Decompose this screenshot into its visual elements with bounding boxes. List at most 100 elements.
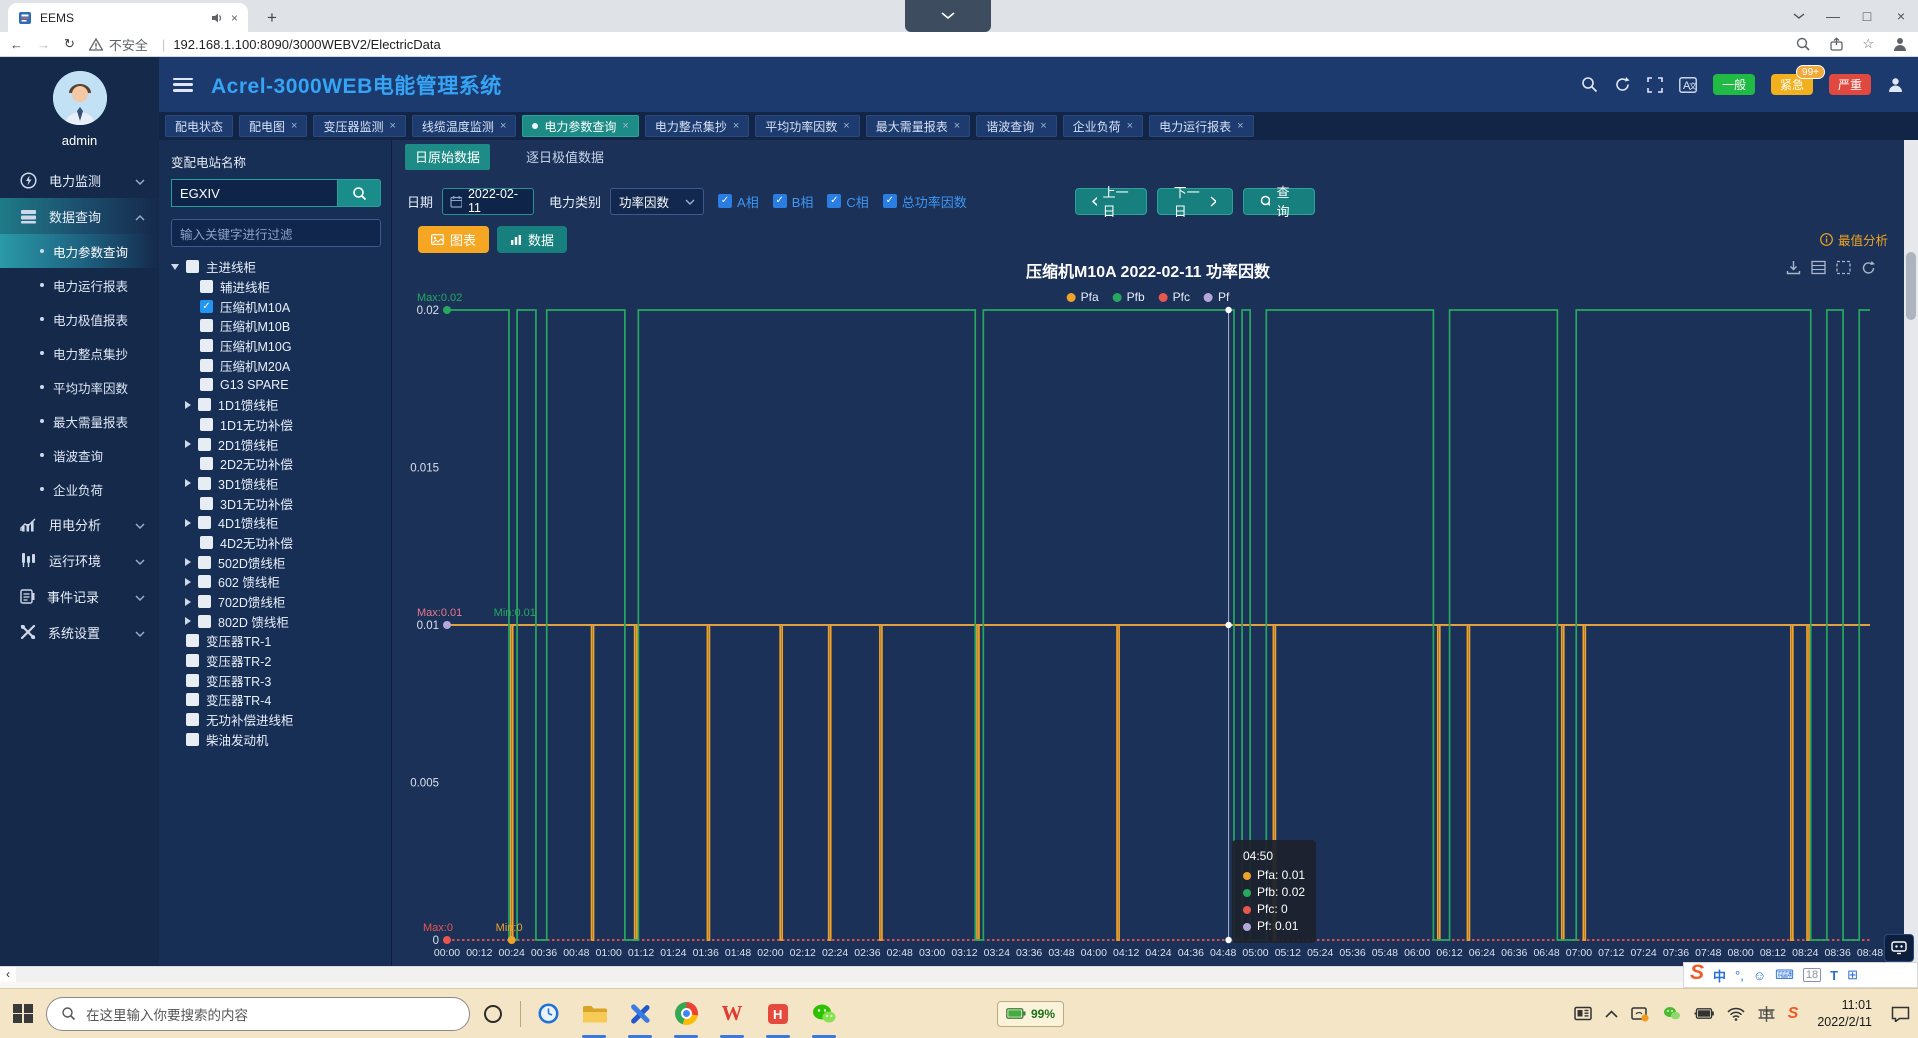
chart-canvas[interactable]: 0.020.0150.010.005000:0000:1200:2400:360… <box>392 140 1904 966</box>
tree-checkbox[interactable] <box>200 418 213 431</box>
vertical-scrollbar[interactable] <box>1904 140 1918 966</box>
expand-right-icon[interactable] <box>185 440 191 448</box>
power-tray-icon[interactable] <box>1694 1008 1714 1019</box>
sogou-logo[interactable]: S <box>1690 961 1704 985</box>
tree-node-802D 馈线柜[interactable]: 802D 馈线柜 <box>171 611 381 631</box>
tree-checkbox[interactable] <box>186 733 199 746</box>
horizontal-scrollbar[interactable]: ‹ <box>0 966 1918 982</box>
avatar[interactable] <box>53 71 107 125</box>
sidebar-item-事件记录[interactable]: 事件记录 <box>0 578 159 614</box>
tree-node-3D1无功补偿[interactable]: 3D1无功补偿 <box>171 493 381 513</box>
workspace-tab[interactable]: 配电状态 <box>165 115 233 137</box>
window-maximize-button[interactable]: □ <box>1850 0 1884 32</box>
expand-right-icon[interactable] <box>185 578 191 586</box>
sidebar-item-电力监测[interactable]: 电力监测 <box>0 162 159 198</box>
back-button[interactable]: ← <box>10 37 23 52</box>
expand-right-icon[interactable] <box>185 519 191 527</box>
tab-close-icon[interactable]: × <box>843 120 849 132</box>
tree-checkbox[interactable] <box>200 319 213 332</box>
tree-checkbox[interactable] <box>198 438 211 451</box>
screen-rotate-icon[interactable] <box>1631 1006 1650 1022</box>
alarm-level-urgent-button[interactable]: 紧急99+ <box>1771 74 1813 95</box>
taskbar-app-wechat[interactable] <box>801 989 847 1038</box>
translate-icon[interactable]: A文 <box>1679 77 1697 93</box>
battery-indicator[interactable]: 99% <box>997 1001 1064 1027</box>
tab-close-icon[interactable]: × <box>389 120 395 132</box>
taskbar-app-chrome[interactable] <box>663 989 709 1038</box>
sidebar-item-运行环境[interactable]: 运行环境 <box>0 542 159 578</box>
workspace-tab[interactable]: 线缆温度监测× <box>412 115 516 137</box>
sidebar-item-用电分析[interactable]: 用电分析 <box>0 506 159 542</box>
tree-node-柴油发动机[interactable]: 柴油发动机 <box>171 730 381 750</box>
ime-skin-icon[interactable]: T <box>1830 968 1838 983</box>
tree-checkbox[interactable] <box>198 556 211 569</box>
wifi-icon[interactable] <box>1727 1007 1745 1021</box>
ime-lang-icon[interactable]: 中 <box>1713 966 1726 985</box>
scroll-left-arrow[interactable]: ‹ <box>0 967 16 983</box>
start-button[interactable] <box>0 1004 46 1024</box>
tree-node-压缩机M10B[interactable]: 压缩机M10B <box>171 316 381 336</box>
sidebar-subitem-电力极值报表[interactable]: 电力极值报表 <box>0 302 159 336</box>
ime-toolbox-icon[interactable]: ⊞ <box>1847 967 1858 983</box>
tab-dropdown-button[interactable] <box>905 0 991 32</box>
browser-menu-chevron[interactable] <box>1782 0 1816 32</box>
sidebar-subitem-电力整点集抄[interactable]: 电力整点集抄 <box>0 336 159 370</box>
tree-node-2D2无功补偿[interactable]: 2D2无功补偿 <box>171 454 381 474</box>
sidebar-item-系统设置[interactable]: 系统设置 <box>0 614 159 650</box>
user-icon[interactable] <box>1887 76 1904 93</box>
menu-toggle-icon[interactable] <box>173 78 193 92</box>
expand-down-icon[interactable] <box>171 264 179 270</box>
station-search-input[interactable]: EGXIV <box>171 179 337 207</box>
taskbar-search[interactable]: 在这里输入你要搜索的内容 <box>46 997 470 1031</box>
news-icon[interactable] <box>1574 1006 1592 1021</box>
tree-node-4D1馈线柜[interactable]: 4D1馈线柜 <box>171 513 381 533</box>
ime-emoji-icon[interactable]: ☺ <box>1753 968 1766 983</box>
tab-close-icon[interactable]: × <box>500 120 506 132</box>
tree-node-压缩机M10G[interactable]: 压缩机M10G <box>171 336 381 356</box>
tree-node-1D1馈线柜[interactable]: 1D1馈线柜 <box>171 395 381 415</box>
tree-checkbox[interactable] <box>186 693 199 706</box>
tree-checkbox[interactable] <box>186 713 199 726</box>
tab-close-icon[interactable]: × <box>622 120 628 132</box>
tab-audio-icon[interactable] <box>211 12 223 24</box>
taskbar-app-x-tool[interactable] <box>617 989 663 1038</box>
header-search-icon[interactable] <box>1581 76 1598 93</box>
notification-icon[interactable] <box>1891 1006 1910 1022</box>
reload-button[interactable]: ↻ <box>64 36 75 52</box>
tree-checkbox[interactable] <box>198 595 211 608</box>
tree-checkbox[interactable] <box>198 615 211 628</box>
tree-filter-input[interactable]: 输入关键字进行过滤 <box>171 219 381 247</box>
tree-node-变压器TR-3[interactable]: 变压器TR-3 <box>171 670 381 690</box>
sidebar-subitem-企业负荷[interactable]: 企业负荷 <box>0 472 159 506</box>
tree-checkbox[interactable] <box>198 477 211 490</box>
tree-node-602 馈线柜[interactable]: 602 馈线柜 <box>171 572 381 592</box>
refresh-icon[interactable] <box>1614 76 1631 93</box>
fullscreen-icon[interactable] <box>1647 77 1663 93</box>
tree-checkbox[interactable] <box>200 457 213 470</box>
tree-checkbox[interactable]: ✓ <box>200 300 213 313</box>
sogou-tray-icon[interactable]: S <box>1788 1005 1799 1023</box>
tree-checkbox[interactable] <box>186 654 199 667</box>
tab-close-icon[interactable]: × <box>733 120 739 132</box>
url-text[interactable]: 192.168.1.100:8090/3000WEBV2/ElectricDat… <box>173 37 440 52</box>
tree-checkbox[interactable] <box>198 398 211 411</box>
workspace-tab[interactable]: 谐波查询× <box>976 115 1056 137</box>
tree-checkbox[interactable] <box>186 634 199 647</box>
tree-checkbox[interactable] <box>200 280 213 293</box>
ime-profile-icon[interactable]: 18 <box>1803 968 1821 982</box>
workspace-tab[interactable]: 电力运行报表× <box>1149 115 1253 137</box>
security-label[interactable]: 不安全 <box>109 35 148 54</box>
sidebar-subitem-电力运行报表[interactable]: 电力运行报表 <box>0 268 159 302</box>
tab-close-icon[interactable]: × <box>231 11 238 25</box>
sidebar-subitem-谐波查询[interactable]: 谐波查询 <box>0 438 159 472</box>
window-close-button[interactable]: × <box>1884 0 1918 32</box>
tree-checkbox[interactable] <box>200 339 213 352</box>
tray-expand-icon[interactable] <box>1605 1010 1618 1018</box>
workspace-tab[interactable]: 企业负荷× <box>1063 115 1143 137</box>
tree-node-变压器TR-1[interactable]: 变压器TR-1 <box>171 631 381 651</box>
taskbar-clock[interactable]: 11:01 2022/2/11 <box>1817 997 1872 1030</box>
station-search-button[interactable] <box>337 179 381 207</box>
taskbar-app-cortana-circle[interactable] <box>470 989 516 1038</box>
profile-icon[interactable] <box>1892 36 1908 52</box>
tree-checkbox[interactable] <box>200 497 213 510</box>
